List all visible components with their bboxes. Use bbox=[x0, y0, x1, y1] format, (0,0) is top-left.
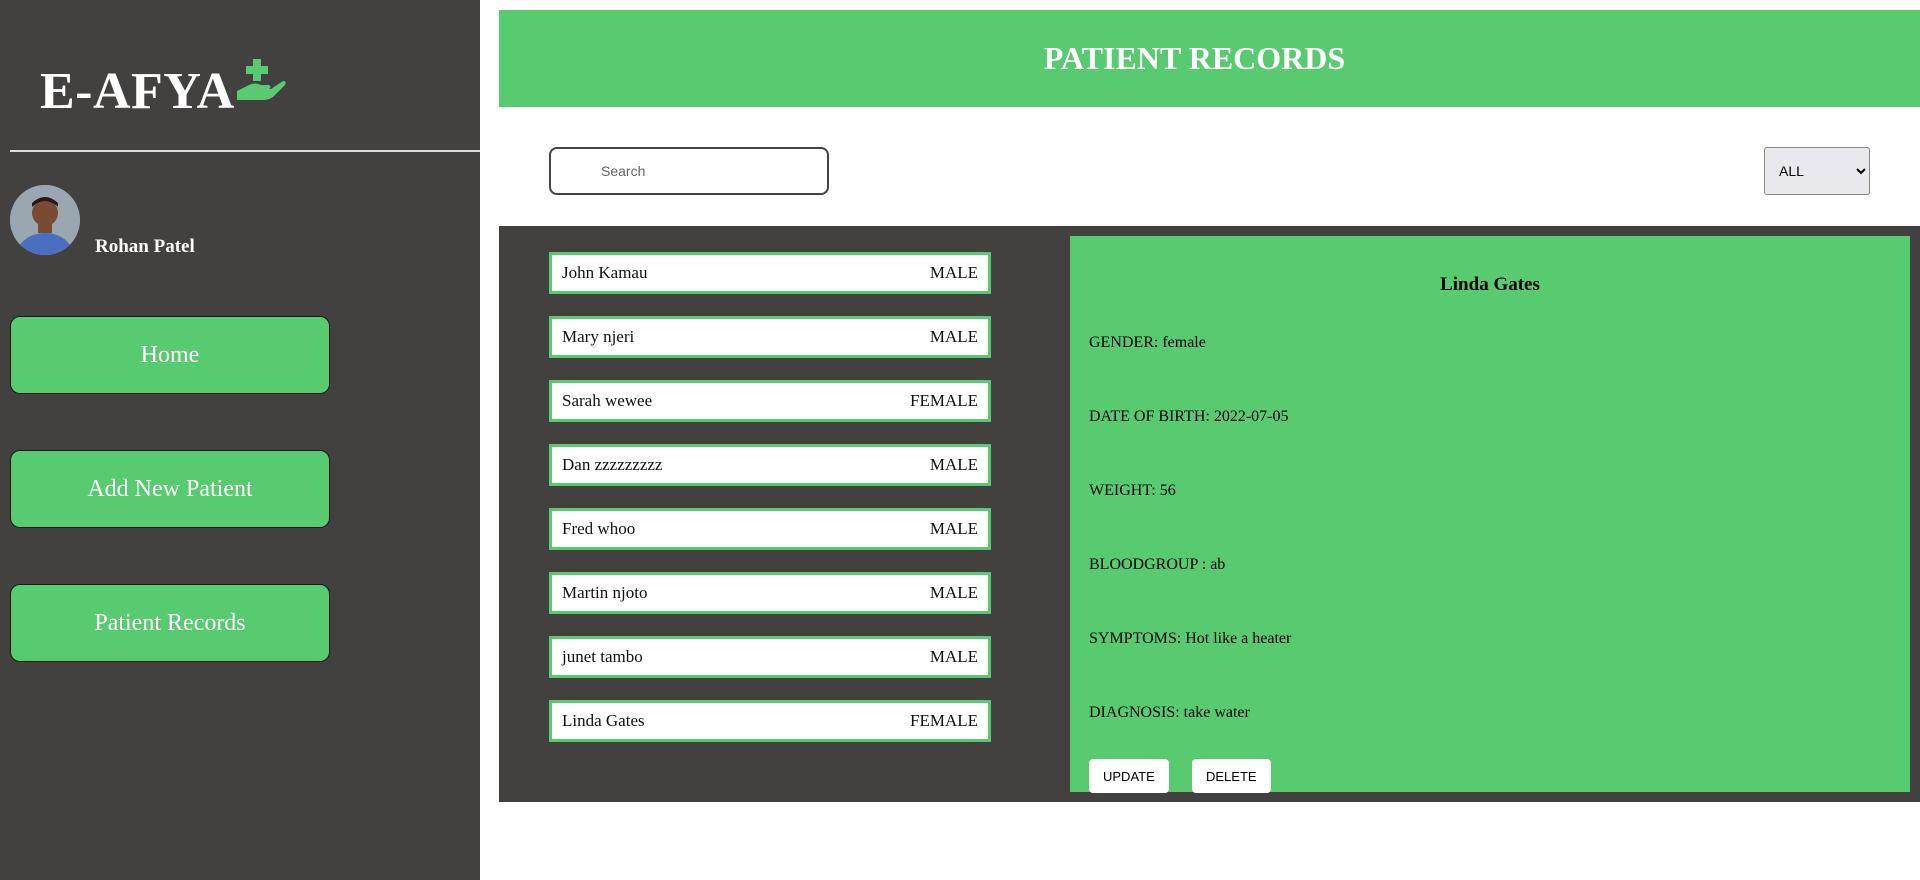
add-new-patient-button[interactable]: Add New Patient bbox=[10, 450, 330, 528]
detail-patient-name: Linda Gates bbox=[1440, 274, 1540, 295]
detail-symptoms: SYMPTOMS: Hot like a heater bbox=[1089, 630, 1292, 647]
list-item[interactable]: Dan zzzzzzzzz MALE bbox=[549, 444, 991, 486]
patient-name: junet tambo bbox=[562, 647, 643, 666]
app-logo[interactable]: E-AFYA bbox=[40, 59, 287, 121]
patient-gender: MALE bbox=[929, 519, 978, 538]
patient-gender: FEMALE bbox=[910, 391, 978, 410]
list-item[interactable]: Mary njeri MALE bbox=[549, 316, 991, 358]
detail-weight: WEIGHT: 56 bbox=[1089, 482, 1176, 499]
detail-dob: DATE OF BIRTH: 2022-07-05 bbox=[1089, 408, 1289, 425]
patient-name: John Kamau bbox=[562, 263, 648, 282]
patient-name: Sarah wewee bbox=[562, 391, 653, 410]
delete-button[interactable]: DELETE bbox=[1192, 759, 1271, 793]
list-item[interactable]: Martin njoto MALE bbox=[549, 572, 991, 614]
list-item[interactable]: Fred whoo MALE bbox=[549, 508, 991, 550]
patient-gender: MALE bbox=[929, 455, 978, 474]
list-item[interactable]: Sarah wewee FEMALE bbox=[549, 380, 991, 422]
records-panel: John Kamau MALE Mary njeri MALE Sarah we… bbox=[499, 226, 1920, 802]
patient-gender: MALE bbox=[929, 647, 978, 666]
sidebar-divider bbox=[10, 150, 480, 152]
list-item[interactable]: Linda Gates FEMALE bbox=[549, 700, 991, 742]
sidebar: E-AFYA Rohan Patel Home Add New Patient … bbox=[0, 0, 480, 880]
user-name: Rohan Patel bbox=[95, 236, 195, 257]
patient-name: Mary njeri bbox=[562, 327, 635, 346]
patient-detail-card: Linda Gates GENDER: female DATE OF BIRTH… bbox=[1070, 236, 1910, 793]
avatar[interactable] bbox=[10, 185, 80, 255]
patient-gender: MALE bbox=[929, 583, 978, 602]
patient-records-button[interactable]: Patient Records bbox=[10, 584, 330, 662]
patient-name: Fred whoo bbox=[562, 519, 636, 538]
search-input[interactable] bbox=[549, 147, 829, 195]
update-button[interactable]: UPDATE bbox=[1089, 759, 1169, 793]
patient-gender: MALE bbox=[929, 327, 978, 346]
patient-gender: FEMALE bbox=[910, 711, 978, 730]
list-item[interactable]: junet tambo MALE bbox=[549, 636, 991, 678]
patient-gender: MALE bbox=[929, 263, 978, 282]
detail-bloodgroup: BLOODGROUP : ab bbox=[1089, 556, 1226, 573]
page-title: PATIENT RECORDS bbox=[1043, 40, 1346, 76]
brand-name: E-AFYA bbox=[40, 63, 235, 120]
gender-filter-select[interactable]: ALL bbox=[1764, 147, 1870, 195]
home-button[interactable]: Home bbox=[10, 316, 330, 394]
patient-name: Martin njoto bbox=[562, 583, 648, 602]
detail-diagnosis: DIAGNOSIS: take water bbox=[1089, 704, 1250, 721]
medical-hand-icon bbox=[235, 57, 287, 118]
page-header: PATIENT RECORDS bbox=[499, 10, 1920, 107]
detail-gender: GENDER: female bbox=[1089, 334, 1206, 351]
list-item[interactable]: John Kamau MALE bbox=[549, 252, 991, 294]
patient-name: Dan zzzzzzzzz bbox=[562, 455, 663, 474]
patient-name: Linda Gates bbox=[562, 711, 645, 730]
